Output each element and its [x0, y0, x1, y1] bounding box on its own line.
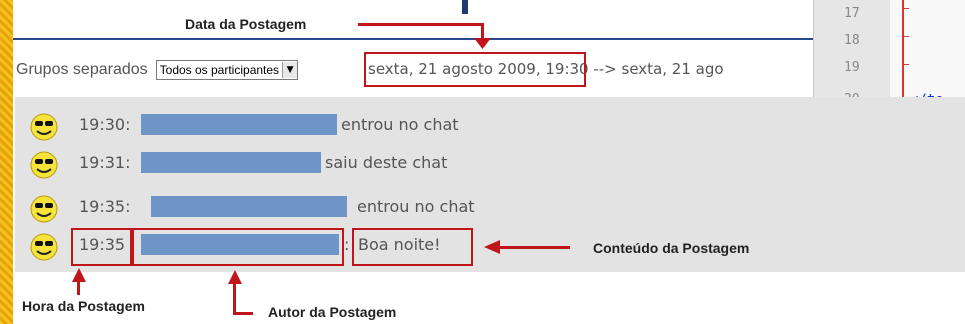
message-time: 19:30: — [79, 115, 131, 134]
author-name-redacted — [151, 196, 347, 217]
arrow-time-line — [77, 280, 80, 295]
arrow-content-line — [498, 246, 570, 249]
line-number: 18 — [844, 33, 860, 48]
code-fold-line — [902, 0, 904, 100]
message-time: 19:31: — [79, 153, 131, 172]
smiley-icon — [30, 233, 58, 261]
highlight-content — [352, 228, 473, 266]
code-fold-tick — [904, 64, 909, 65]
top-divider — [13, 38, 813, 40]
arrow-data-head — [474, 38, 491, 49]
groups-label: Grupos separados — [16, 61, 148, 78]
arrow-author-vertical — [233, 282, 236, 315]
line-number: 19 — [844, 60, 860, 75]
chat-message-row: 19:30: entrou no chat — [15, 108, 965, 145]
highlight-author — [132, 228, 344, 266]
message-text: entrou no chat — [357, 197, 475, 216]
message-time: 19:35: — [79, 197, 131, 216]
annotation-data-postagem: Data da Postagem — [185, 16, 307, 32]
chevron-down-icon[interactable]: ▼ — [282, 62, 298, 78]
annotation-hora-postagem: Hora da Postagem — [22, 298, 145, 314]
annotation-autor-postagem: Autor da Postagem — [268, 304, 397, 320]
author-name-redacted — [141, 114, 337, 135]
top-marker — [462, 0, 468, 14]
code-fold-tick — [904, 8, 909, 9]
groups-select[interactable]: Todos os participantes ▼ — [155, 60, 299, 80]
top-bar — [13, 0, 813, 38]
arrow-data-horizontal — [358, 23, 483, 26]
smiley-icon — [30, 151, 58, 179]
line-number: 17 — [844, 6, 860, 21]
chat-message-row: 19:31: saiu deste chat — [15, 146, 965, 183]
chat-message-row: 19:35: entrou no chat — [15, 190, 965, 227]
code-fold-tick — [904, 36, 909, 37]
smiley-icon — [30, 195, 58, 223]
highlight-date — [364, 52, 586, 87]
decorative-left-strip — [0, 0, 13, 324]
message-separator: : — [344, 235, 350, 254]
message-text: entrou no chat — [341, 115, 459, 134]
message-text: saiu deste chat — [325, 153, 448, 172]
groups-select-value: Todos os participantes — [159, 63, 280, 77]
highlight-time — [71, 228, 132, 266]
annotation-conteudo-postagem: Conteúdo da Postagem — [593, 240, 750, 256]
arrow-author-horizontal — [233, 312, 253, 315]
groups-row: Grupos separados Todos os participantes … — [13, 52, 299, 88]
smiley-icon — [30, 113, 58, 141]
author-name-redacted — [141, 152, 321, 173]
